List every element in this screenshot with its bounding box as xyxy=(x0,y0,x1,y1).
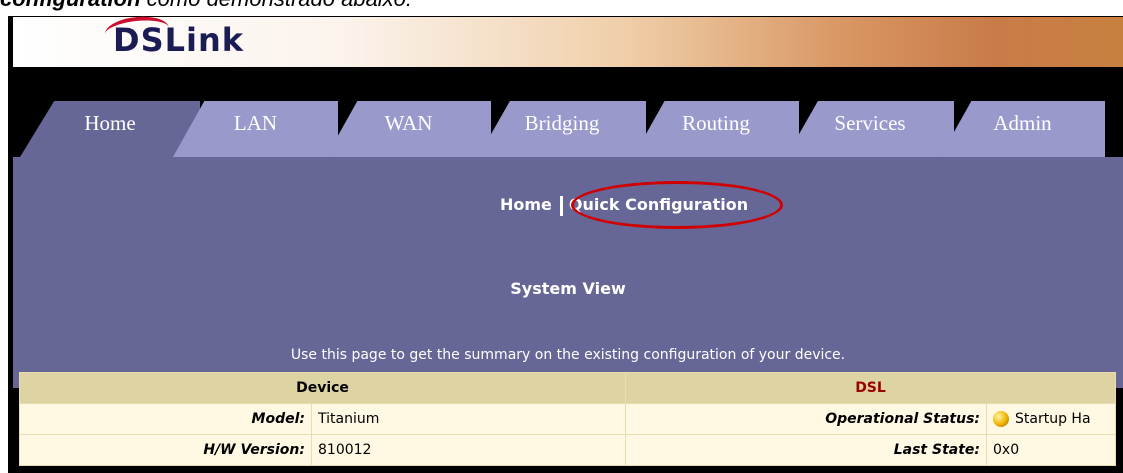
caption-text: como demonstrado abaixo: xyxy=(141,0,412,11)
brand-bar: DSLink xyxy=(13,16,1123,67)
operational-status-label: Operational Status: xyxy=(625,403,987,435)
tab-admin[interactable]: Admin xyxy=(940,101,1105,157)
page-title: System View xyxy=(510,279,626,298)
content-panel: Home Quick Configuration System View Use … xyxy=(13,157,1123,388)
table-row: Model: Titanium Operational Status: Star… xyxy=(19,403,1116,435)
last-state-label: Last State: xyxy=(625,434,987,466)
operational-status-cell: Startup Ha xyxy=(986,403,1116,435)
system-summary-table: Device DSL Model: Titanium Operational S… xyxy=(19,372,1116,466)
dsl-header: DSL xyxy=(625,372,1116,404)
document-caption: configuration como demonstrado abaixo: xyxy=(0,0,412,16)
model-value: Titanium xyxy=(311,403,626,435)
page-description: Use this page to get the summary on the … xyxy=(290,347,846,363)
model-label: Model: xyxy=(19,403,312,435)
operational-status-value: Startup Ha xyxy=(1015,411,1091,427)
tab-routing[interactable]: Routing xyxy=(633,101,799,157)
nav-separator xyxy=(559,195,563,216)
main-tabs: Home LAN WAN Bridging Routing Services A… xyxy=(8,101,1123,157)
tab-bridging[interactable]: Bridging xyxy=(478,101,646,157)
status-bulb-icon xyxy=(993,411,1009,427)
last-state-value: 0x0 xyxy=(986,434,1116,466)
hw-version-label: H/W Version: xyxy=(19,434,312,466)
hw-version-value: 810012 xyxy=(311,434,626,466)
tab-wan[interactable]: WAN xyxy=(326,101,491,157)
caption-bold: configuration xyxy=(0,0,141,11)
table-row: H/W Version: 810012 Last State: 0x0 xyxy=(19,434,1116,466)
nav-home-link[interactable]: Home xyxy=(500,195,552,214)
device-header: Device xyxy=(19,372,626,404)
highlight-ellipse xyxy=(571,181,783,229)
tab-home[interactable]: Home xyxy=(20,101,200,157)
table-header-row: Device DSL xyxy=(19,372,1116,404)
dslink-logo: DSLink xyxy=(113,21,245,59)
tab-services[interactable]: Services xyxy=(786,101,954,157)
